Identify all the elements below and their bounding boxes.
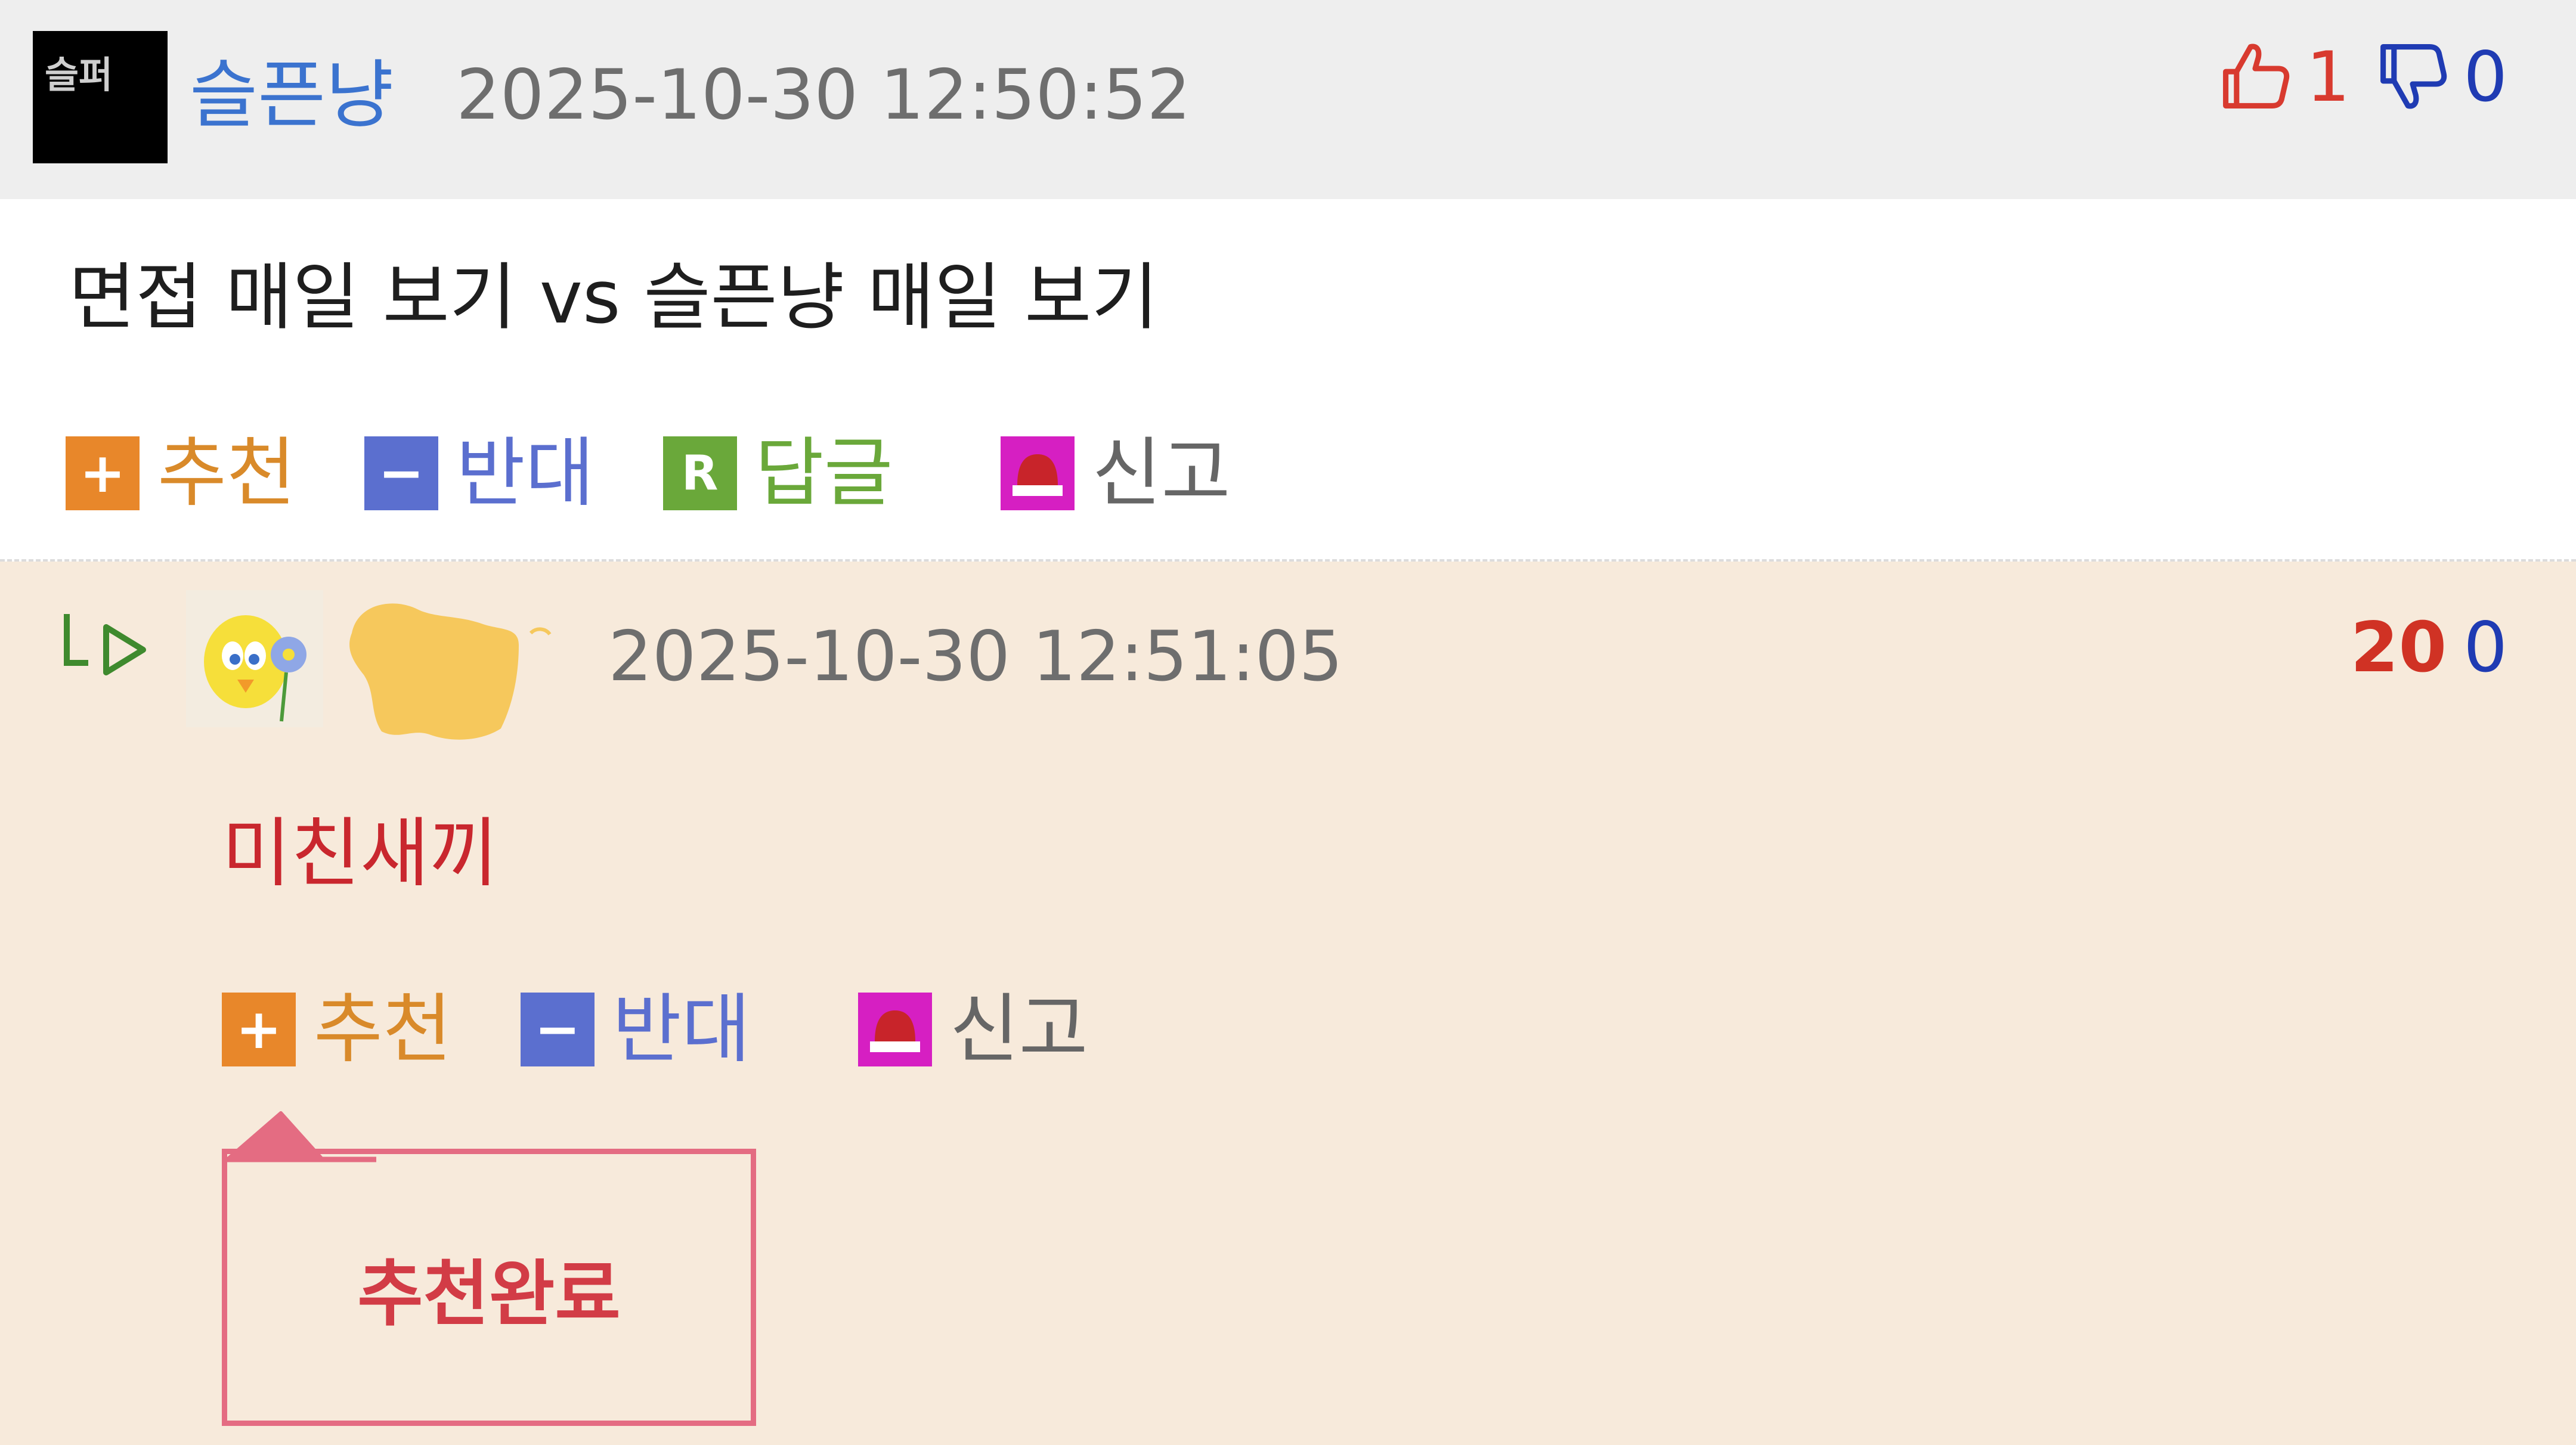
plus-icon: + [222, 993, 296, 1066]
reply-action-bar: + 추천 − 반대 신고 [222, 970, 1157, 1089]
report-button[interactable]: 신고 [1000, 414, 1231, 533]
recommend-label: 추천 [157, 429, 296, 517]
oppose-label: 반대 [456, 429, 595, 517]
redacted-author-name [349, 603, 552, 740]
recommend-complete-tooltip: 추천완료 [222, 1111, 756, 1426]
oppose-button[interactable]: − 반대 [520, 970, 751, 1089]
author-name[interactable]: 슬픈냥 [190, 36, 394, 155]
recommend-label: 추천 [314, 985, 452, 1073]
avatar-label: 슬퍼 [45, 53, 113, 97]
minus-icon: − [364, 436, 438, 510]
post-content: 면접 매일 보기 vs 슬픈냥 매일 보기 [69, 255, 1159, 340]
plus-icon: + [66, 436, 140, 510]
report-label: 신고 [949, 985, 1088, 1073]
post-vote-counts: 1 0 [2216, 36, 2507, 119]
reply-upvote-count: 20 [2350, 607, 2447, 688]
reply-timestamp: 2025-10-30 12:51:05 [608, 616, 1343, 697]
reply-button[interactable]: R 답글 [662, 414, 893, 533]
recommend-button[interactable]: + 추천 [222, 970, 452, 1089]
post-action-bar: + 추천 − 반대 R 답글 신고 [66, 414, 1299, 533]
reply-label: 답글 [754, 429, 893, 517]
reply-content: 미친새끼 [222, 810, 499, 897]
post-downvote-count: 0 [2463, 37, 2507, 117]
recommend-complete-text: 추천완료 [357, 1252, 621, 1336]
reply-comment: 2025-10-30 12:51:05 20 0 미친새끼 + 추천 − 반대 [0, 562, 2576, 1445]
recommend-button[interactable]: + 추천 [66, 414, 296, 533]
reply-vote-counts: 20 0 [2351, 597, 2507, 699]
thumbs-down-icon[interactable] [2374, 38, 2451, 117]
avatar[interactable]: 슬퍼 [33, 31, 168, 163]
reply-arrow-icon [64, 614, 146, 675]
oppose-button[interactable]: − 반대 [364, 414, 595, 533]
report-label: 신고 [1092, 429, 1231, 517]
report-button[interactable]: 신고 [857, 970, 1088, 1089]
thumbs-up-icon[interactable] [2216, 38, 2294, 117]
comment-thread: 슬퍼 슬픈냥 2025-10-30 12:50:52 1 0 면접 매일 보기 [0, 0, 2576, 1445]
post-timestamp: 2025-10-30 12:50:52 [456, 55, 1191, 135]
oppose-label: 반대 [612, 985, 751, 1073]
siren-icon [1000, 436, 1075, 510]
reply-downvote-count: 0 [2463, 607, 2507, 688]
siren-icon [857, 993, 932, 1066]
reply-r-icon: R [662, 436, 737, 510]
minus-icon: − [520, 993, 595, 1066]
post-header: 슬퍼 슬픈냥 2025-10-30 12:50:52 1 0 [0, 0, 2576, 199]
avatar[interactable] [186, 590, 323, 727]
post-body: 면접 매일 보기 vs 슬픈냥 매일 보기 + 추천 − 반대 R 답글 신고 [0, 199, 2576, 560]
post-upvote-count: 1 [2306, 37, 2351, 117]
